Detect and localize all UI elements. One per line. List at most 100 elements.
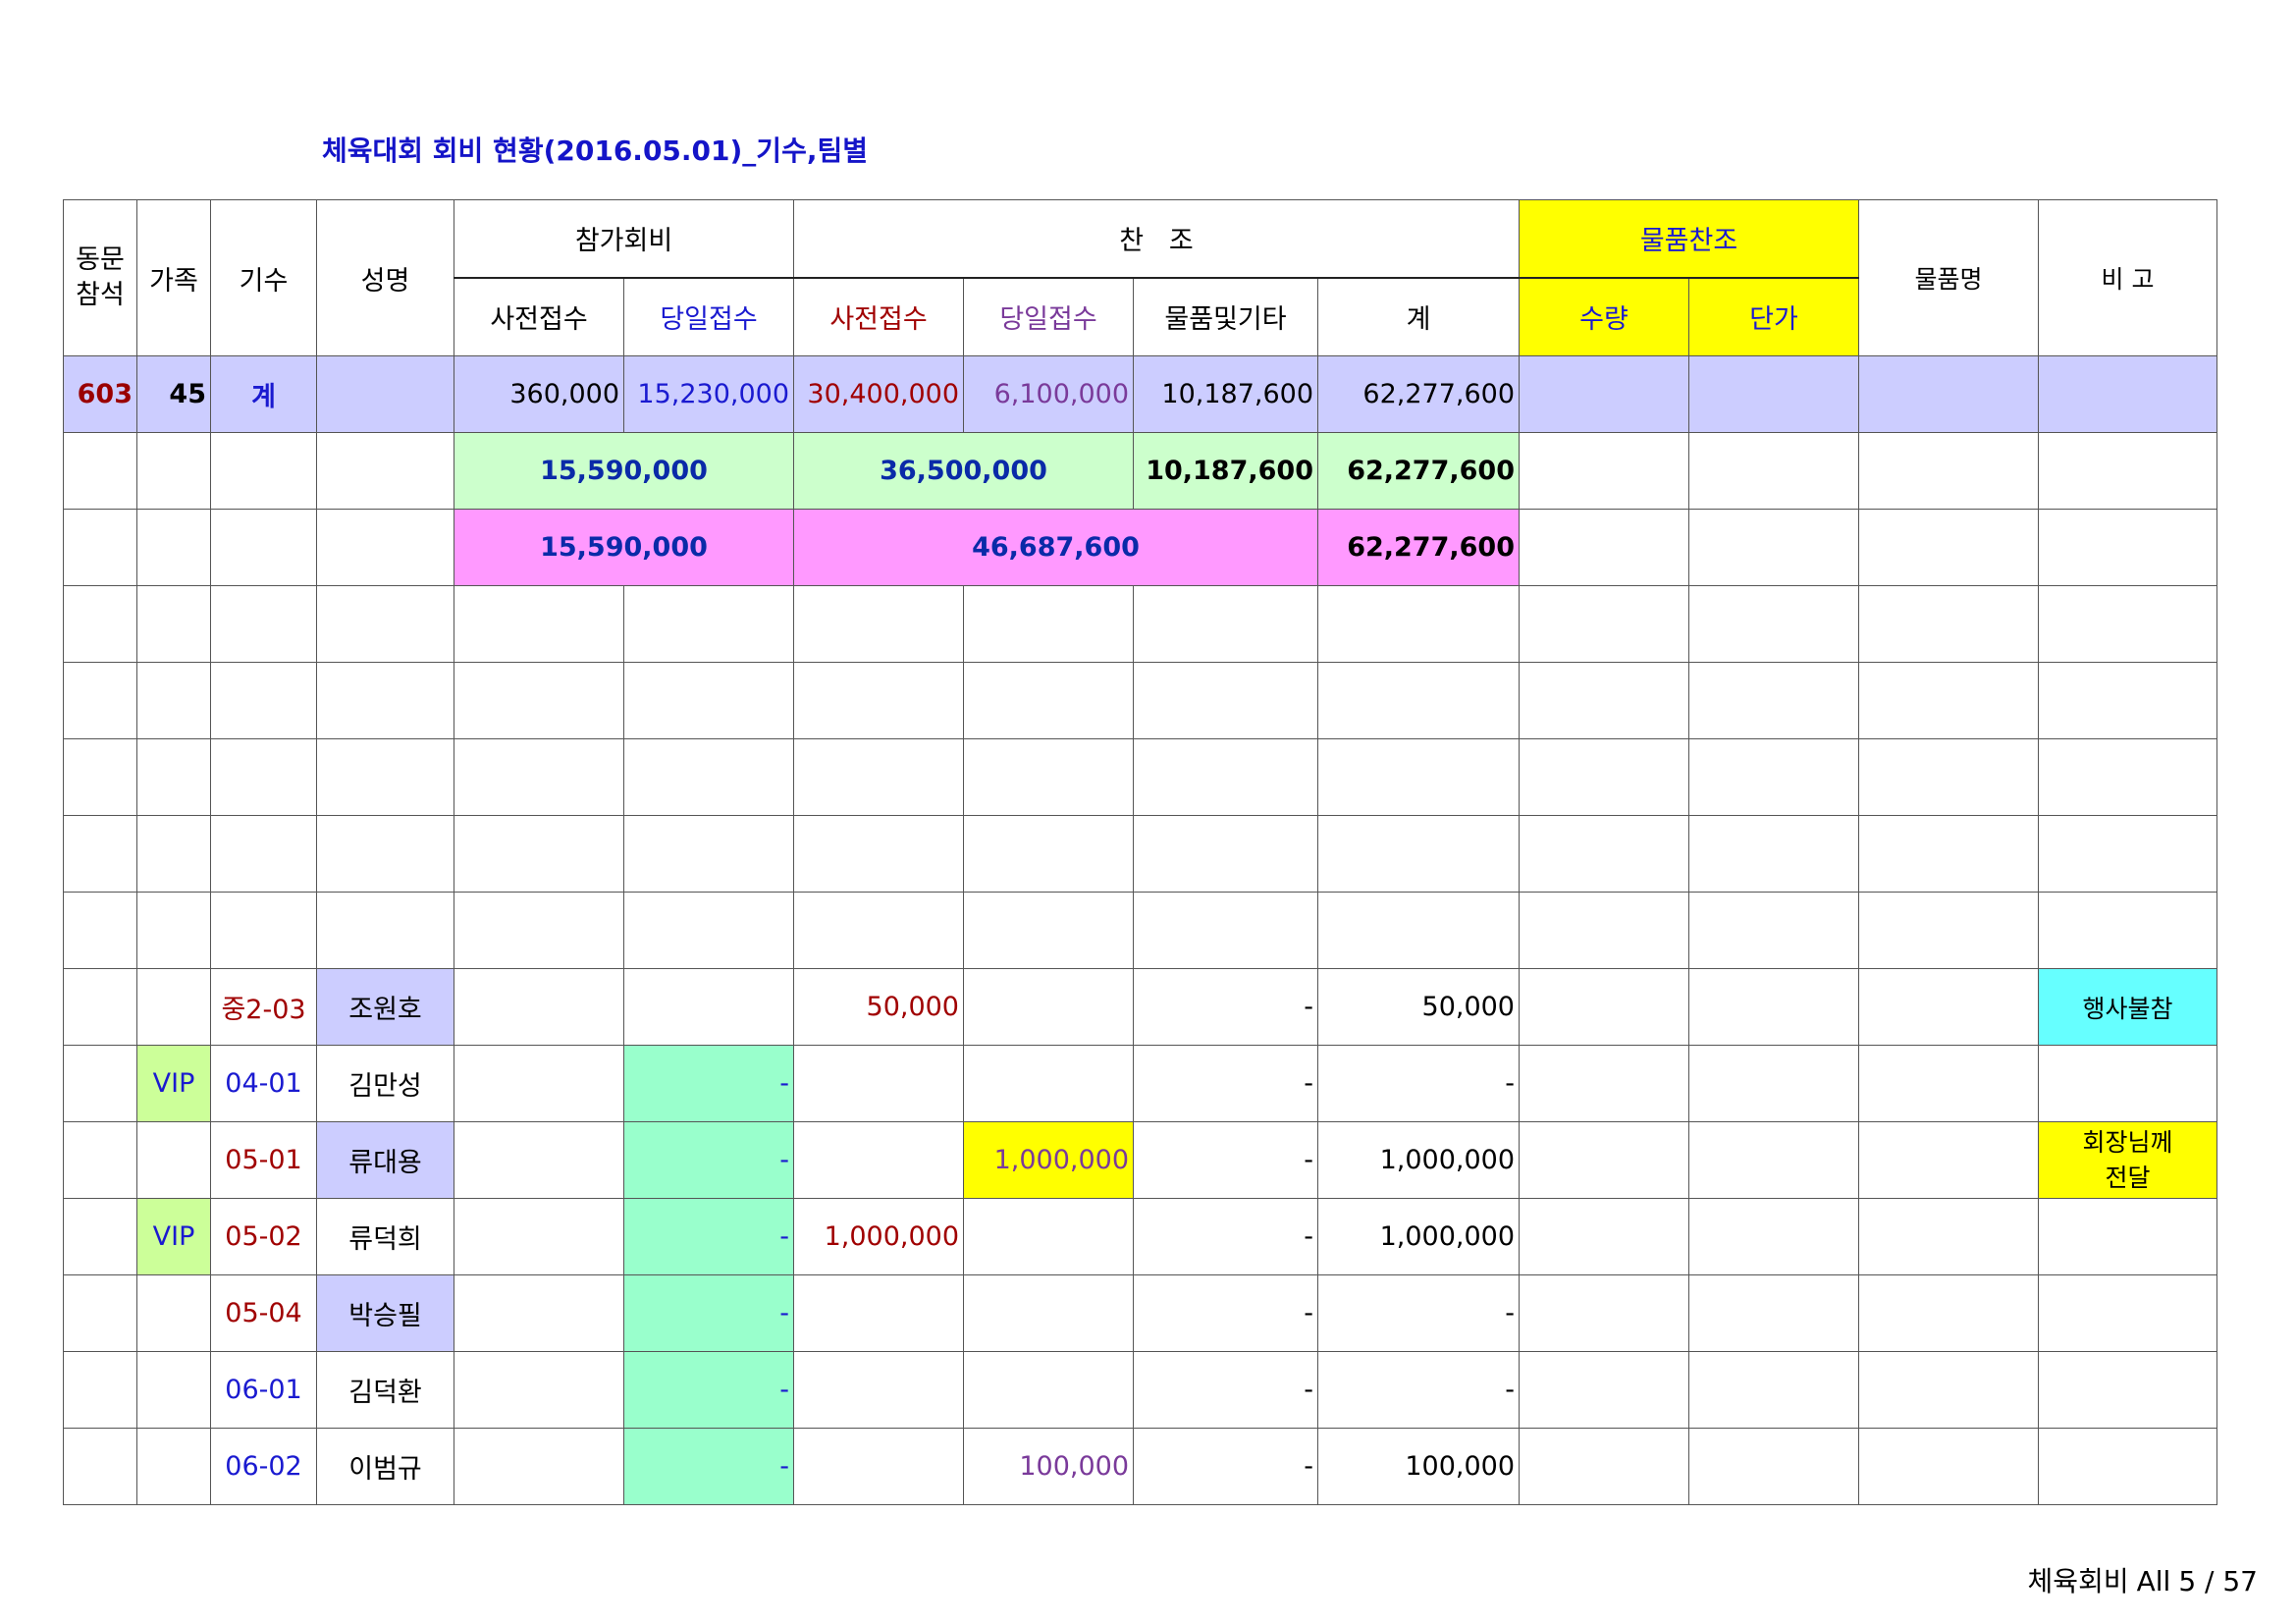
cell: [210, 815, 317, 893]
row-gen: 04-01: [210, 1045, 317, 1122]
cell: [63, 1351, 137, 1429]
cell: [210, 509, 317, 586]
cell: [63, 509, 137, 586]
row-note: [2038, 1274, 2217, 1352]
row-note: [2038, 1198, 2217, 1275]
cell: [2038, 585, 2217, 663]
cell: [1858, 815, 2039, 893]
summary-sp-day: 6,100,000: [963, 355, 1134, 433]
header-group-fee: 참가회비: [454, 199, 794, 279]
cell: [1688, 1351, 1859, 1429]
cell: [316, 738, 454, 816]
cell: [623, 892, 794, 969]
summary-row: 603 45 계 360,000 15,230,000 30,400,000 6…: [63, 355, 2217, 433]
cell: [136, 738, 211, 816]
cell: [1688, 815, 1859, 893]
subtotal1-goods: 10,187,600: [1133, 432, 1318, 510]
row-name: 박승필: [316, 1274, 454, 1352]
header-group-sponsor: 찬 조: [793, 199, 1520, 279]
cell: [316, 509, 454, 586]
cell: [316, 585, 454, 663]
cell: [1858, 509, 2039, 586]
cell: [210, 585, 317, 663]
empty-row: [63, 892, 2217, 969]
row-fee-pre: [454, 1198, 624, 1275]
cell: [1858, 662, 2039, 739]
row-family: [136, 968, 211, 1046]
row-note: [2038, 1045, 2217, 1122]
subtotal1-sponsor: 36,500,000: [793, 432, 1134, 510]
cell: [1688, 738, 1859, 816]
row-gen: 05-04: [210, 1274, 317, 1352]
row-family: [136, 1351, 211, 1429]
row-fee-day: -: [623, 1274, 794, 1352]
header-goods-name: 물품명: [1858, 199, 2039, 356]
header-qty: 수량: [1519, 277, 1689, 356]
table-row: VIP 05-02 류덕희 - 1,000,000 - 1,000,000: [63, 1198, 2217, 1275]
cell: [1519, 1428, 1689, 1505]
cell: [963, 815, 1134, 893]
cell: [623, 738, 794, 816]
cell: [1688, 432, 1859, 510]
row-goods: -: [1133, 1045, 1318, 1122]
cell: [793, 585, 964, 663]
header-sp-day: 당일접수: [963, 277, 1134, 356]
cell: [1519, 1198, 1689, 1275]
cell: [1519, 738, 1689, 816]
row-fee-day: -: [623, 1045, 794, 1122]
cell: [136, 509, 211, 586]
cell: [1519, 432, 1689, 510]
header-fee-day: 당일접수: [623, 277, 794, 356]
footer-sheet: 체육회비: [2027, 1565, 2129, 1597]
cell: [2038, 509, 2217, 586]
row-fee-pre: [454, 1045, 624, 1122]
cell: [1858, 1121, 2039, 1199]
header-name: 성명: [316, 199, 454, 356]
cell: [63, 738, 137, 816]
cell: [1858, 432, 2039, 510]
row-fee-day: -: [623, 1121, 794, 1199]
row-sp-day: [963, 1351, 1134, 1429]
row-sp-pre: [793, 1428, 964, 1505]
cell: [63, 585, 137, 663]
cell: [1688, 662, 1859, 739]
row-name: 조원호: [316, 968, 454, 1046]
cell: [136, 815, 211, 893]
cell: [454, 738, 624, 816]
row-total: 50,000: [1317, 968, 1520, 1046]
header-gen: 기수: [210, 199, 317, 356]
row-sp-day: 100,000: [963, 1428, 1134, 1505]
summary-sp-goods: 10,187,600: [1133, 355, 1318, 433]
cell: [623, 585, 794, 663]
cell: [210, 662, 317, 739]
header-sp-goods: 물품및기타: [1133, 277, 1318, 356]
cell: [210, 738, 317, 816]
row-fee-day: -: [623, 1198, 794, 1275]
cell: [1688, 1274, 1859, 1352]
footer-page: 5 / 57: [2178, 1565, 2258, 1597]
cell: [1688, 585, 1859, 663]
cell: [63, 1428, 137, 1505]
cell: [454, 892, 624, 969]
row-note: [2038, 1428, 2217, 1505]
cell: [1519, 1274, 1689, 1352]
cell: [316, 662, 454, 739]
cell: [1858, 1045, 2039, 1122]
row-fee-day: -: [623, 1351, 794, 1429]
row-sp-pre: [793, 1274, 964, 1352]
cell: [793, 815, 964, 893]
cell: [1688, 509, 1859, 586]
row-name: 김만성: [316, 1045, 454, 1122]
footer-scope: All: [2136, 1565, 2171, 1597]
cell: [1317, 662, 1520, 739]
row-family: [136, 1121, 211, 1199]
cell: [2038, 738, 2217, 816]
cell: [1519, 509, 1689, 586]
summary-fee-pre: 360,000: [454, 355, 624, 433]
cell: [1858, 1198, 2039, 1275]
row-fee-day: -: [623, 1428, 794, 1505]
cell: [1133, 662, 1318, 739]
cell: [63, 432, 137, 510]
row-fee-pre: [454, 1274, 624, 1352]
row-name: 류대용: [316, 1121, 454, 1199]
